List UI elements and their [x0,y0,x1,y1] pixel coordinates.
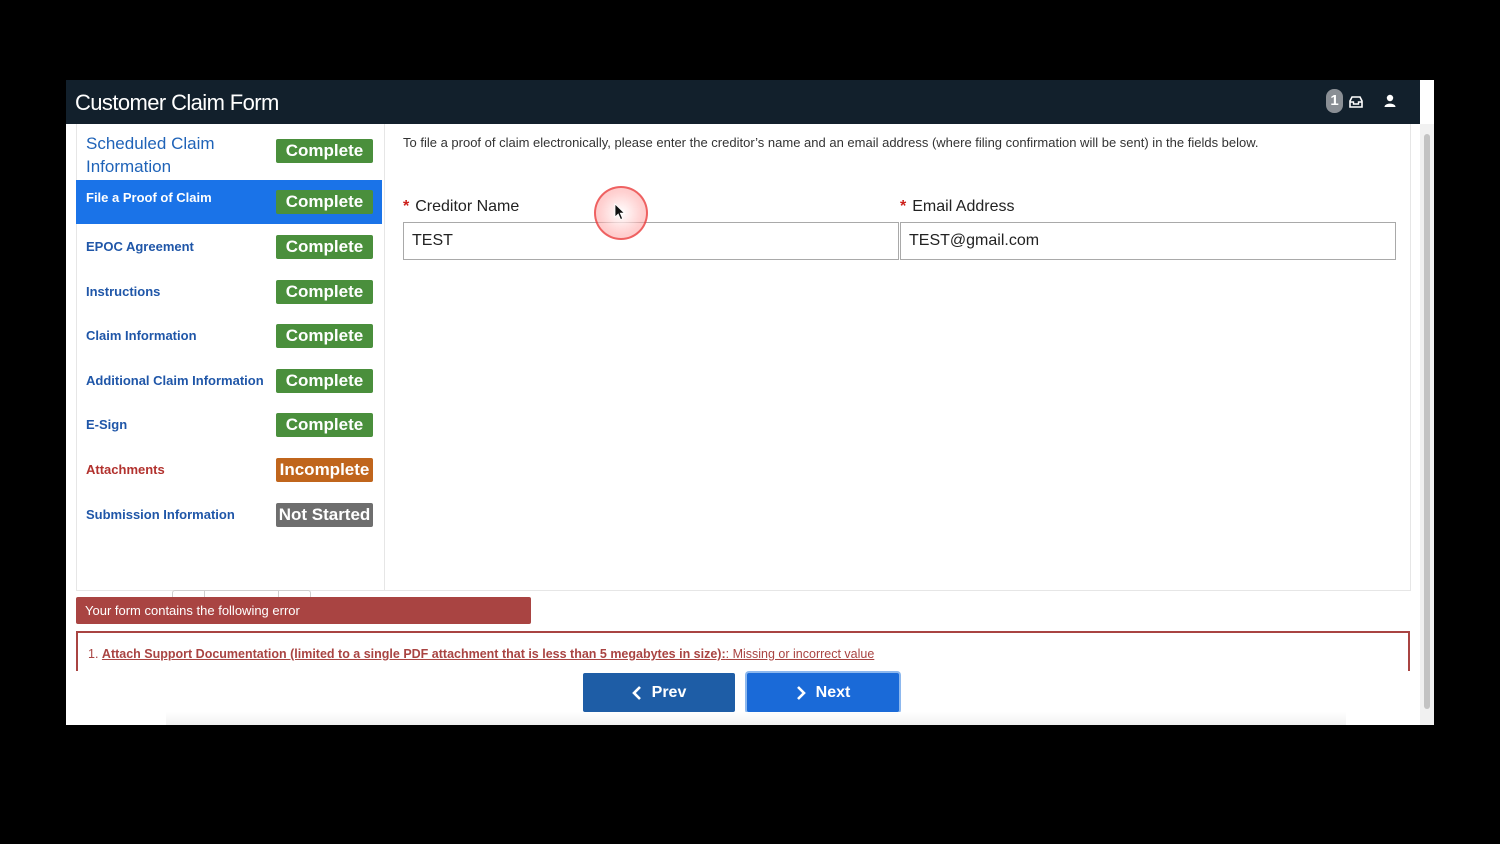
status-badge: Complete [276,139,373,163]
scrollbar-thumb[interactable] [1424,134,1430,709]
vertical-scrollbar[interactable] [1420,124,1434,725]
sidebar-item-label: Instructions [86,284,161,299]
page-title: Customer Claim Form [75,90,279,115]
sidebar-item-label: File a Proof of Claim [86,190,212,205]
sidebar-item-attachments[interactable]: Attachments Incomplete [76,448,382,492]
status-badge: Complete [276,413,373,437]
sidebar-item-file-a-proof-of-claim[interactable]: File a Proof of Claim Complete [76,180,382,224]
sidebar-item-scheduled-claim-information[interactable]: Scheduled Claim Information Complete [76,126,382,176]
status-badge: Complete [276,280,373,304]
error-item: 1. Attach Support Documentation (limited… [88,647,874,661]
status-badge: Complete [276,324,373,348]
form-panel [383,124,1411,591]
inbox-icon[interactable] [1348,94,1364,110]
creditor-name-field[interactable] [403,222,899,260]
error-number: 1. [88,647,99,661]
email-field[interactable] [900,222,1396,260]
sidebar-item-claim-information[interactable]: Claim Information Complete [76,314,382,358]
email-address-label-text: Email Address [912,198,1015,215]
error-banner: Your form contains the following error [76,597,531,624]
chevron-left-icon [631,685,641,700]
sidebar-item-e-sign[interactable]: E-Sign Complete [76,403,382,447]
sidebar-item-additional-claim-information[interactable]: Additional Claim Information Complete [76,359,382,403]
sidebar-item-label: Additional Claim Information [86,373,264,388]
sidebar-item-epoc-agreement[interactable]: EPOC Agreement Complete [76,225,382,269]
email-address-label: * Email Address [900,198,1015,216]
status-badge: Complete [276,190,373,214]
top-bar: Customer Claim Form 1 [66,80,1420,124]
next-button[interactable]: Next [747,673,899,712]
app-window: Customer Claim Form 1 3 of 10 Scheduled … [66,80,1434,725]
status-badge: Complete [276,369,373,393]
creditor-name-label: * Creditor Name [403,198,519,216]
creditor-name-label-text: Creditor Name [415,198,520,215]
error-field-link[interactable]: Attach Support Documentation (limited to… [102,647,726,661]
status-badge: Incomplete [276,458,373,482]
error-list: 1. Attach Support Documentation (limited… [76,631,1410,671]
sidebar-item-label: E-Sign [86,417,128,432]
chevron-right-icon [796,685,806,700]
status-badge: Complete [276,235,373,259]
sidebar-item-label: EPOC Agreement [86,239,194,254]
required-asterisk: * [403,198,410,215]
bottom-shadow [166,712,1346,725]
sidebar-item-label: Attachments [86,462,165,477]
sidebar-item-label: Submission Information [86,507,235,522]
sidebar-item-submission-information[interactable]: Submission Information Not Started [76,493,382,537]
user-icon[interactable] [1382,93,1398,109]
form-instructions: To file a proof of claim electronically,… [403,135,1259,150]
mouse-pointer-icon [614,203,626,221]
error-message-link[interactable]: : Missing or incorrect value [726,647,875,661]
prev-button[interactable]: Prev [583,673,735,712]
notification-badge[interactable]: 1 [1326,89,1343,113]
status-badge: Not Started [276,503,373,527]
prev-button-label: Prev [651,683,687,701]
required-asterisk: * [900,198,907,215]
sidebar-item-label: Scheduled Claim Information [86,134,215,176]
next-button-label: Next [815,683,851,701]
sidebar-item-label: Claim Information [86,328,197,343]
sidebar-item-instructions[interactable]: Instructions Complete [76,270,382,314]
